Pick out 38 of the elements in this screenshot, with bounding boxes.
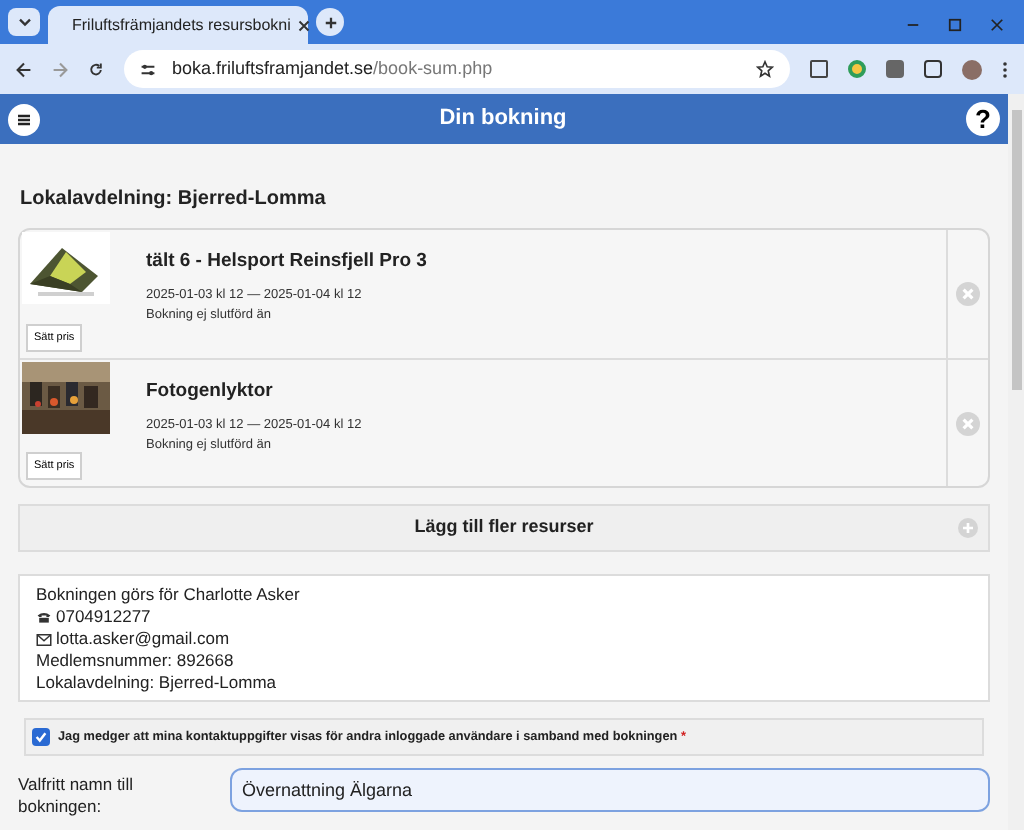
back-icon[interactable] [16,61,32,77]
minimize-icon[interactable] [906,18,920,32]
close-icon[interactable] [298,19,311,31]
maximize-icon[interactable] [948,18,962,32]
local-branch-heading: Lokalavdelning: Bjerred-Lomma [20,186,328,214]
booking-name-field[interactable]: Övernattning Älgarna [230,768,990,812]
help-button[interactable]: ? [966,102,1000,136]
plus-icon [323,15,337,29]
page-title: Din bokning [437,104,569,135]
url-text: boka.friluftsframjandet.se/book-sum.php [172,55,493,82]
site-settings-icon[interactable] [140,61,156,77]
add-resources-button[interactable]: Lägg till fler resurser [18,504,990,552]
avatar-icon[interactable] [962,59,982,79]
resource-name: Fotogenlyktor [146,378,275,406]
contact-line: lotta.asker@gmail.com [56,628,230,650]
browser-tab[interactable]: Friluftsfrämjandets resursbokni [48,6,308,44]
contact-line: Bokningen görs för Charlotte Asker [36,584,300,606]
extensions-icon[interactable] [924,60,942,78]
address-bar[interactable]: boka.friluftsframjandet.se/book-sum.php [124,50,790,88]
consent-checkbox[interactable] [32,728,50,746]
more-icon[interactable] [1002,59,1008,79]
reload-icon[interactable] [88,61,104,77]
contact-line: 0704912277 [56,606,151,628]
extension-icon[interactable] [810,60,828,78]
contact-line: Medlemsnummer: 892668 [36,650,234,672]
tab-title: Friluftsfrämjandets resursbokni [72,13,291,37]
mail-icon [36,633,52,645]
new-tab-button[interactable] [316,8,344,36]
menu-button[interactable] [8,103,40,135]
tab-list-icon[interactable] [8,8,40,36]
resource-name: tält 6 - Helsport Reinsfjell Pro 3 [146,248,429,276]
plus-icon [958,518,978,538]
menu-icon [16,111,32,127]
phone-icon [36,610,52,624]
booking-name-label: Valfritt namn till bokningen: [18,772,135,818]
star-icon[interactable] [756,60,774,78]
scrollbar-thumb[interactable] [1011,110,1021,390]
contact-line: Lokalavdelning: Bjerred-Lomma [36,672,277,694]
